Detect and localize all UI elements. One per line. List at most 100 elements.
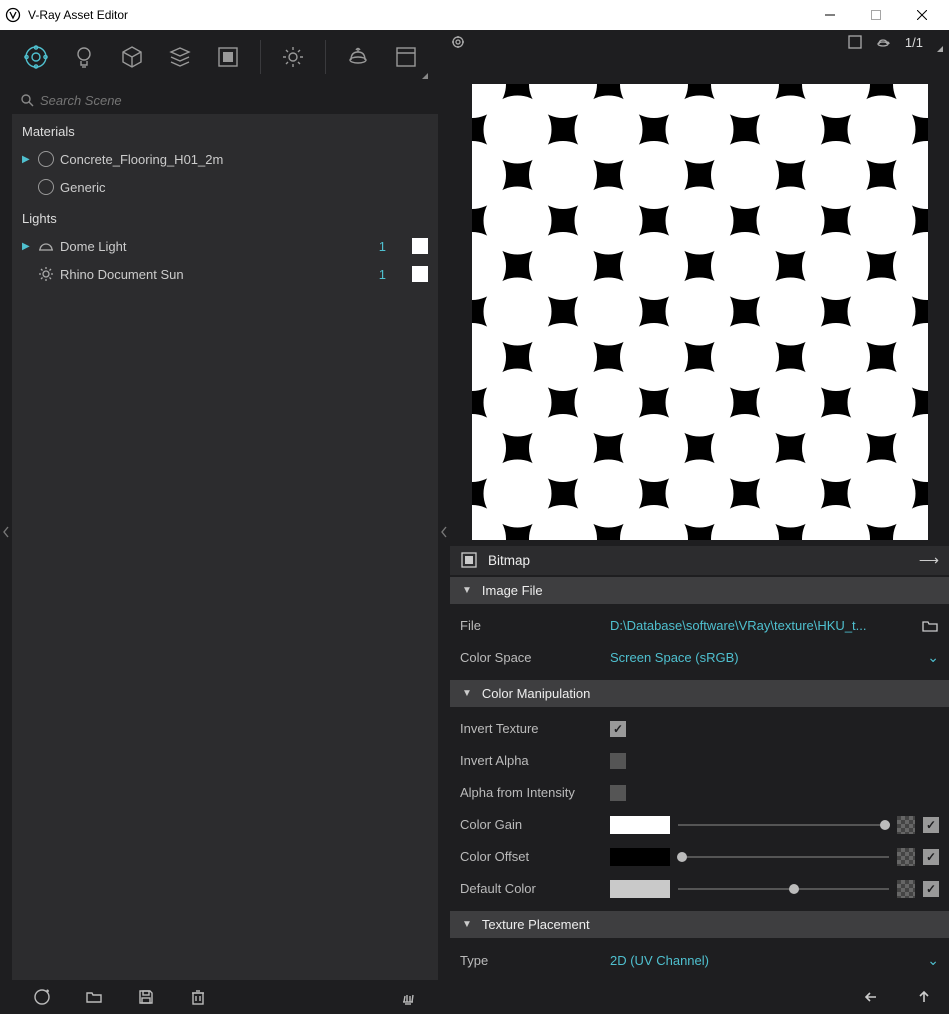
chevron-down-icon[interactable]: ⌄: [921, 649, 939, 666]
color-gain-swatch[interactable]: [610, 816, 670, 834]
minimize-button[interactable]: [807, 0, 853, 30]
left-collapse-handle[interactable]: [0, 84, 12, 980]
color-offset-slider[interactable]: [678, 848, 889, 866]
chevron-down-icon: ▼: [462, 919, 472, 930]
color-offset-swatch[interactable]: [610, 848, 670, 866]
light-item[interactable]: ▶ Dome Light 1: [12, 232, 438, 260]
color-gain-label: Color Gain: [460, 817, 610, 832]
lights-section-title: Lights: [12, 201, 438, 232]
right-footer: [450, 980, 949, 1014]
material-label: Concrete_Flooring_H01_2m: [60, 152, 428, 167]
window-title: V-Ray Asset Editor: [28, 8, 807, 22]
chevron-right-icon[interactable]: ▶: [22, 241, 32, 252]
asset-list-panel: Materials ▶ Concrete_Flooring_H01_2m Gen…: [12, 84, 438, 980]
search-icon: [20, 93, 34, 107]
render-icon[interactable]: [334, 33, 382, 81]
title-bar: V-Ray Asset Editor: [0, 0, 949, 30]
slot-arrow-icon[interactable]: ⟶: [919, 552, 939, 569]
delete-icon[interactable]: [176, 983, 220, 1011]
color-manip-label: Color Manipulation: [482, 686, 590, 701]
add-asset-icon[interactable]: [20, 983, 64, 1011]
save-icon[interactable]: [124, 983, 168, 1011]
sun-light-icon: [38, 266, 54, 282]
preview-toolbar: 1/1: [438, 30, 949, 54]
preview-teapot-icon[interactable]: [873, 32, 893, 52]
bitmap-title: Bitmap ⟶: [450, 546, 949, 575]
preview-reload-icon[interactable]: [448, 32, 468, 52]
open-icon[interactable]: [72, 983, 116, 1011]
left-footer: [12, 980, 438, 1014]
preview-menu-corner-icon[interactable]: [931, 34, 939, 50]
light-count: 1: [368, 239, 386, 254]
lights-tab-icon[interactable]: [60, 33, 108, 81]
colorspace-label: Color Space: [460, 650, 610, 665]
light-color-swatch[interactable]: [412, 266, 428, 282]
up-arrow-icon[interactable]: [913, 986, 935, 1008]
default-color-texture-slot[interactable]: [897, 880, 915, 898]
dome-light-icon: [38, 238, 54, 254]
textures-tab-icon[interactable]: [204, 33, 252, 81]
settings-tab-icon[interactable]: [269, 33, 317, 81]
maximize-button[interactable]: [853, 0, 899, 30]
default-color-slider[interactable]: [678, 880, 889, 898]
invert-texture-label: Invert Texture: [460, 721, 610, 736]
alpha-intensity-checkbox[interactable]: [610, 785, 626, 801]
default-color-label: Default Color: [460, 881, 610, 896]
default-color-enable-checkbox[interactable]: [923, 881, 939, 897]
invert-alpha-checkbox[interactable]: [610, 753, 626, 769]
main-toolbar: [0, 30, 438, 84]
default-color-swatch[interactable]: [610, 880, 670, 898]
type-value[interactable]: 2D (UV Channel): [610, 953, 913, 968]
purge-icon[interactable]: [386, 983, 430, 1011]
app-icon: [4, 6, 22, 24]
light-item[interactable]: Rhino Document Sun 1: [12, 260, 438, 288]
invert-texture-checkbox[interactable]: [610, 721, 626, 737]
image-file-header[interactable]: ▼ Image File: [450, 577, 949, 604]
chevron-down-icon: ▼: [462, 585, 472, 596]
color-offset-enable-checkbox[interactable]: [923, 849, 939, 865]
close-button[interactable]: [899, 0, 945, 30]
open-folder-icon[interactable]: [921, 617, 939, 635]
search-bar: [12, 84, 438, 114]
colorspace-value[interactable]: Screen Space (sRGB): [610, 650, 913, 665]
chevron-right-icon[interactable]: ▶: [22, 154, 32, 165]
chevron-down-icon[interactable]: ⌄: [921, 952, 939, 969]
frame-buffer-icon[interactable]: [382, 33, 430, 81]
mid-collapse-handle[interactable]: [438, 84, 450, 980]
alpha-intensity-label: Alpha from Intensity: [460, 785, 610, 800]
file-label: File: [460, 618, 610, 633]
texture-placement-header[interactable]: ▼ Texture Placement: [450, 911, 949, 938]
light-label: Dome Light: [60, 239, 362, 254]
search-input[interactable]: [40, 93, 430, 108]
color-gain-enable-checkbox[interactable]: [923, 817, 939, 833]
material-item[interactable]: Generic: [12, 173, 438, 201]
type-label: Type: [460, 953, 610, 968]
color-offset-texture-slot[interactable]: [897, 848, 915, 866]
render-elements-tab-icon[interactable]: [156, 33, 204, 81]
invert-alpha-label: Invert Alpha: [460, 753, 610, 768]
color-offset-label: Color Offset: [460, 849, 610, 864]
preview-counter: 1/1: [905, 35, 923, 50]
image-file-label: Image File: [482, 583, 543, 598]
back-arrow-icon[interactable]: [861, 986, 883, 1008]
chevron-down-icon: ▼: [462, 688, 472, 699]
color-gain-slider[interactable]: [678, 816, 889, 834]
material-sphere-icon: [38, 179, 54, 195]
material-label: Generic: [60, 180, 428, 195]
color-manip-header[interactable]: ▼ Color Manipulation: [450, 680, 949, 707]
file-path-value[interactable]: D:\Database\software\VRay\texture\HKU_t.…: [610, 618, 913, 633]
properties-panel: Bitmap ⟶ ▼ Image File File D:\Database\s…: [450, 84, 949, 980]
light-label: Rhino Document Sun: [60, 267, 362, 282]
bitmap-icon: [460, 551, 478, 569]
light-color-swatch[interactable]: [412, 238, 428, 254]
color-gain-texture-slot[interactable]: [897, 816, 915, 834]
texture-preview: [472, 84, 928, 540]
geometry-tab-icon[interactable]: [108, 33, 156, 81]
material-sphere-icon: [38, 151, 54, 167]
texture-placement-label: Texture Placement: [482, 917, 590, 932]
light-count: 1: [368, 267, 386, 282]
materials-tab-icon[interactable]: [12, 33, 60, 81]
material-item[interactable]: ▶ Concrete_Flooring_H01_2m: [12, 145, 438, 173]
preview-frame-icon[interactable]: [845, 32, 865, 52]
materials-section-title: Materials: [12, 114, 438, 145]
